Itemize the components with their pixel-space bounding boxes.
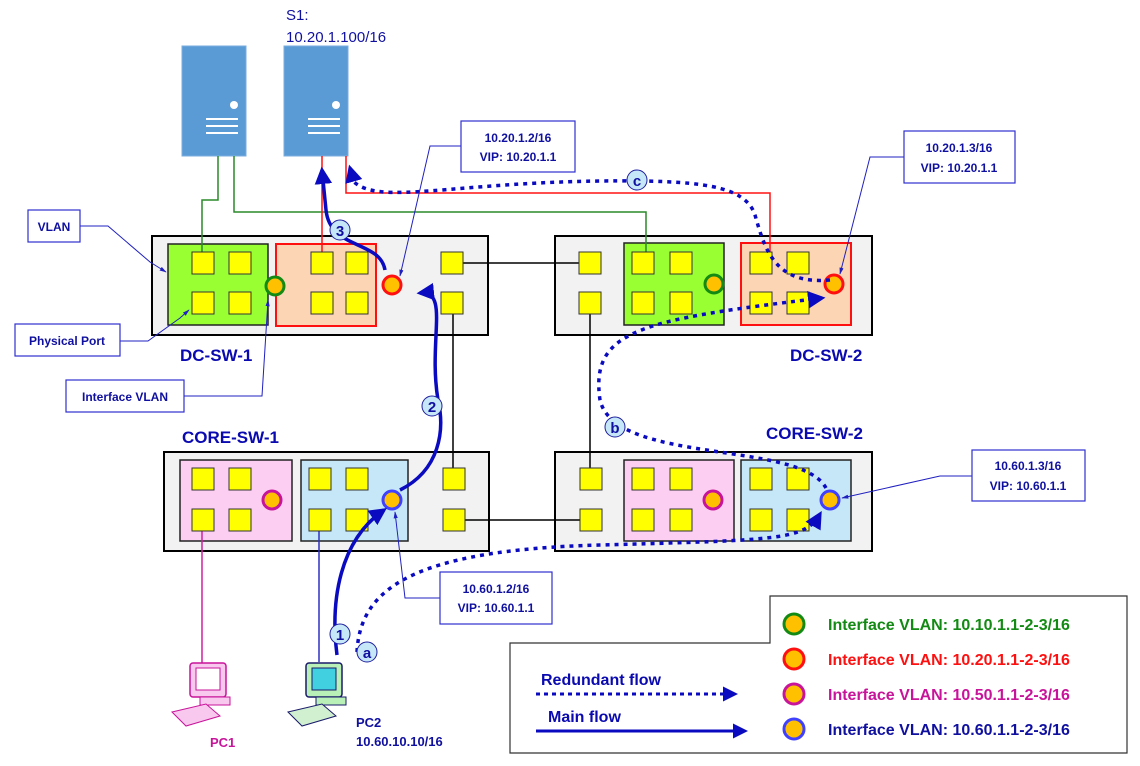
step-3: 3 [336,223,344,240]
server-name: S1: [286,7,309,24]
network-diagram: S1: 10.20.1.100/16 DC-SW-1 DC-SW-2 CORE-… [14,7,1128,754]
legend-main-label: Main flow [548,709,621,726]
pc1-label: PC1 [210,735,235,750]
legend-vlan-20: Interface VLAN: 10.20.1.1-2-3/16 [828,652,1070,669]
vlan-10-group [167,243,269,326]
legend: Redundant flow Main flow Interface VLAN:… [509,595,1128,754]
pc2-ip: 10.60.10.10/16 [356,734,443,749]
dc2-vip: VIP: 10.20.1.1 [921,161,998,175]
legend-vlan-60: Interface VLAN: 10.60.1.1-2-3/16 [828,722,1070,739]
step-2: 2 [428,399,436,416]
pc2-label: PC2 [356,715,381,730]
step-1: 1 [336,627,344,644]
legend-redundant-label: Redundant flow [541,672,662,689]
server-1 [181,45,247,157]
step-b: b [610,420,619,437]
core1-vip: VIP: 10.60.1.1 [458,601,535,615]
core-sw-1-label: CORE-SW-1 [182,428,279,447]
step-c: c [633,173,641,190]
core1-ip: 10.60.1.2/16 [463,582,530,596]
dc2-ip: 10.20.1.3/16 [926,141,993,155]
interface-vlan-callout: Interface VLAN [82,390,168,404]
vlan-callout: VLAN [38,220,71,234]
step-a: a [363,645,372,662]
core2-vip: VIP: 10.60.1.1 [990,479,1067,493]
dc-sw-2-label: DC-SW-2 [790,346,862,365]
core-sw-2-label: CORE-SW-2 [766,424,863,443]
server-ip: 10.20.1.100/16 [286,29,386,46]
dc1-vip: VIP: 10.20.1.1 [480,150,557,164]
dc-sw-1-label: DC-SW-1 [180,346,252,365]
legend-vlan-10: Interface VLAN: 10.10.1.1-2-3/16 [828,617,1070,634]
core2-ip: 10.60.1.3/16 [995,459,1062,473]
pc2-icon [287,662,347,727]
legend-vlan-50: Interface VLAN: 10.50.1.1-2-3/16 [828,687,1070,704]
pc1-icon [171,662,231,727]
server-s1 [283,45,349,157]
dc1-ip: 10.20.1.2/16 [485,131,552,145]
physical-port-callout: Physical Port [29,334,105,348]
